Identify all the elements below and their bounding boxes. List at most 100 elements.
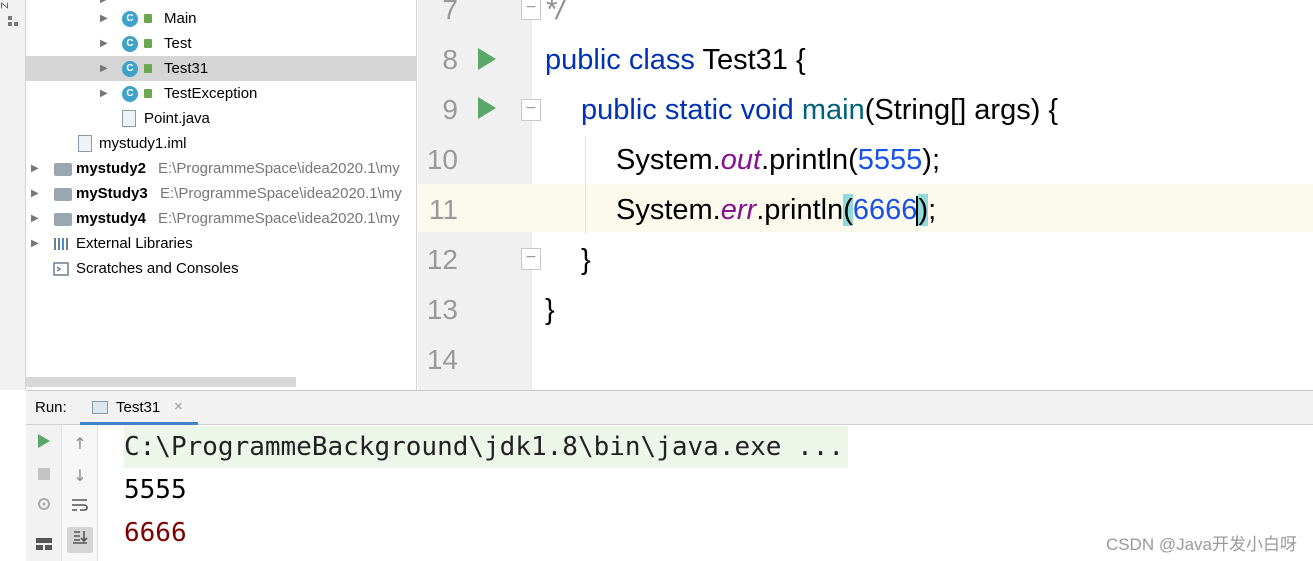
tree-item-label: mystudy1.iml [99, 135, 187, 152]
console-icon [92, 401, 108, 414]
expand-arrow-icon[interactable]: ▶ [100, 31, 110, 56]
expand-arrow-icon[interactable]: ▶ [100, 81, 110, 106]
structure-tool-label[interactable]: Z [0, 2, 9, 9]
keyword-token: public [545, 44, 621, 76]
keyword-token: void [740, 94, 794, 126]
params-token: (String[] args) { [864, 94, 1059, 126]
layout-icon[interactable] [31, 533, 57, 559]
code-line-7: */ [545, 0, 564, 35]
tree-module-mystudy3[interactable]: ▶ myStudy3 E:\ProgrammeSpace\idea2020.1\… [26, 181, 416, 206]
stop-icon[interactable] [31, 463, 57, 489]
tree-item-label: Test31 [164, 60, 209, 77]
close-icon[interactable]: × [174, 398, 183, 415]
structure-icon[interactable] [8, 16, 18, 26]
fold-marker-icon[interactable]: − [521, 99, 541, 121]
keyword-token: public [581, 94, 657, 126]
arrow-up-icon[interactable]: ↑ [67, 431, 93, 457]
brace-token: } [581, 244, 591, 276]
expand-arrow-icon[interactable]: ▶ [100, 56, 110, 81]
left-tool-strip: Z [0, 0, 26, 390]
scroll-to-end-icon[interactable] [67, 527, 93, 553]
tree-item-test[interactable]: ▶ C Test [26, 31, 416, 56]
console-command-line: C:\ProgrammeBackground\jdk1.8\bin\java.e… [124, 426, 849, 468]
line-number: 14 [426, 344, 458, 375]
tree-scratches[interactable]: Scratches and Consoles [26, 256, 416, 281]
soft-wrap-icon[interactable] [67, 495, 93, 521]
run-class-icon[interactable] [478, 48, 496, 70]
run-toolbar-secondary: ↑ ↓ [62, 425, 98, 561]
fold-marker-icon[interactable]: − [521, 248, 541, 270]
object-token: System. [616, 144, 721, 176]
static-field-token: out [720, 144, 762, 176]
class-icon: C [122, 11, 138, 27]
tree-item-testexception[interactable]: ▶ C TestException [26, 81, 416, 106]
tree-item-label: Test [164, 35, 192, 52]
code-line-9: public static void main(String[] args) { [581, 85, 1058, 135]
java-file-icon [122, 110, 136, 127]
expand-arrow-icon[interactable]: ▶ [31, 231, 41, 256]
brace-token: } [545, 294, 555, 326]
expand-arrow-icon[interactable]: ▶ [31, 181, 41, 206]
brace-token: { [795, 44, 806, 76]
project-tree: ▶ ▶ C Main ▶ C Test ▶ C Test31 ▶ C TestE… [26, 0, 417, 390]
code-line-8: public class Test31 { [545, 35, 806, 85]
module-folder-icon [54, 163, 72, 176]
object-token: System. [616, 194, 721, 226]
lock-icon [144, 39, 152, 48]
expand-arrow-icon[interactable]: ▶ [100, 6, 110, 31]
class-icon: C [122, 86, 138, 102]
scratches-icon [53, 262, 69, 276]
matched-paren-token: ( [843, 194, 853, 226]
tree-item-iml[interactable]: mystudy1.iml [26, 131, 416, 156]
tree-module-mystudy4[interactable]: ▶ mystudy4 E:\ProgrammeSpace\idea2020.1\… [26, 206, 416, 231]
expand-arrow-icon[interactable]: ▶ [31, 206, 41, 231]
line-number: 8 [442, 44, 458, 75]
class-icon: C [122, 36, 138, 52]
arrow-down-icon[interactable]: ↓ [67, 463, 93, 489]
rerun-icon[interactable] [31, 431, 57, 457]
tree-external-libraries[interactable]: ▶ External Libraries [26, 231, 416, 256]
tree-item-main[interactable]: ▶ C Main [26, 6, 416, 31]
run-label: Run: [35, 399, 67, 416]
console-stderr-line: 6666 [124, 518, 187, 548]
matched-paren-token: ) [918, 194, 929, 226]
run-header: Run: Test31 × [26, 391, 1313, 425]
horizontal-scrollbar[interactable] [26, 377, 296, 387]
lock-icon [144, 64, 152, 73]
keyword-token: static [664, 94, 733, 126]
code-line-10: System.out.println(5555); [616, 135, 940, 185]
library-icon [54, 238, 68, 250]
line-number: 10 [426, 144, 458, 175]
tree-item-point-java[interactable]: Point.java [26, 106, 416, 131]
module-folder-icon [54, 188, 72, 201]
expand-arrow-icon[interactable]: ▶ [31, 156, 41, 181]
code-line-11: System.err.println(6666); [616, 185, 936, 235]
class-name-token: Test31 [702, 44, 788, 76]
number-token: 6666 [852, 194, 918, 226]
module-name: myStudy3 [76, 185, 148, 202]
static-field-token: err [720, 194, 757, 226]
tree-item-label: Point.java [144, 110, 210, 127]
module-path: E:\ProgrammeSpace\idea2020.1\my [160, 185, 402, 202]
tree-item-test31[interactable]: ▶ C Test31 [26, 56, 416, 81]
module-path: E:\ProgrammeSpace\idea2020.1\my [158, 160, 400, 177]
tree-item-label: External Libraries [76, 235, 193, 252]
line-number: 9 [442, 94, 458, 125]
line-number: 13 [426, 294, 458, 325]
call-token: .println [756, 194, 844, 226]
keyword-token: class [628, 44, 695, 76]
tree-module-mystudy2[interactable]: ▶ mystudy2 E:\ProgrammeSpace\idea2020.1\… [26, 156, 416, 181]
run-tab-label: Test31 [116, 399, 161, 416]
code-line-12: } [581, 235, 591, 285]
run-main-icon[interactable] [478, 97, 496, 119]
module-name: mystudy4 [76, 210, 147, 227]
watermark: CSDN @Java开发小白呀 [1105, 535, 1297, 554]
run-tab-test31[interactable]: Test31 × [80, 391, 198, 425]
debug-settings-icon[interactable] [31, 495, 57, 521]
console-stdout-line: 5555 [124, 475, 187, 505]
call-token: .println( [761, 144, 858, 176]
class-icon: C [122, 61, 138, 77]
tree-item-label: Scratches and Consoles [76, 260, 239, 277]
fold-marker-icon[interactable]: − [521, 0, 541, 20]
method-name-token: main [801, 94, 865, 126]
